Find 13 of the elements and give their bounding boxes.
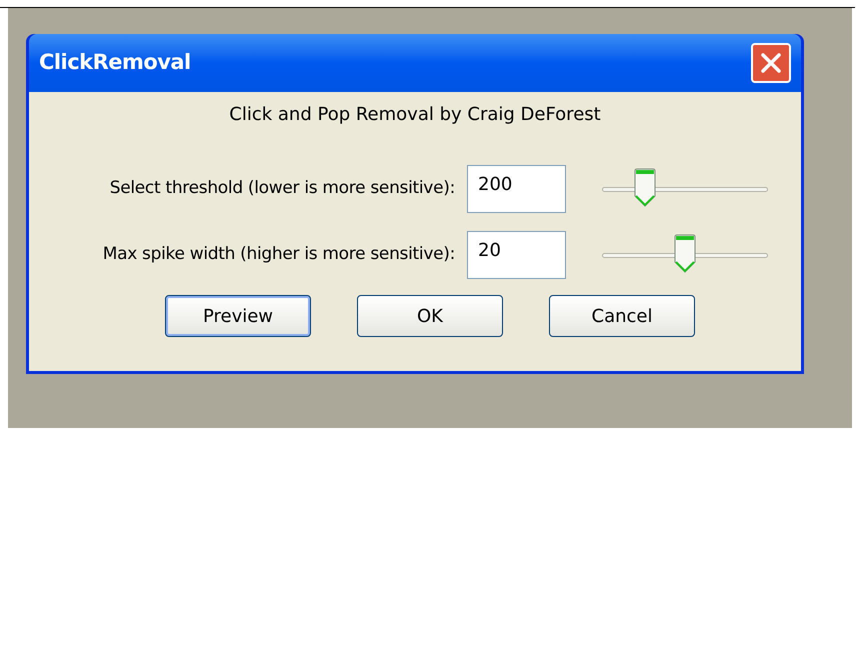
slider-thumb[interactable]: [674, 234, 696, 274]
input-field[interactable]: 200: [467, 165, 566, 213]
close-button[interactable]: [751, 43, 791, 83]
dialog-button[interactable]: Preview: [165, 295, 311, 337]
input-field[interactable]: 20: [467, 231, 566, 279]
heading-text: Click and Pop Removal by Craig DeForest: [229, 103, 601, 127]
field-label: Select threshold (lower is more sensitive):: [110, 177, 455, 200]
window-title: ClickRemoval: [39, 49, 191, 76]
close-icon: [760, 52, 782, 74]
slider-thumb[interactable]: [634, 168, 656, 208]
field-label: Max spike width (higher is more sensitive):: [102, 243, 455, 266]
dialog-button[interactable]: Cancel: [549, 295, 695, 337]
dialog-button[interactable]: OK: [357, 295, 503, 337]
